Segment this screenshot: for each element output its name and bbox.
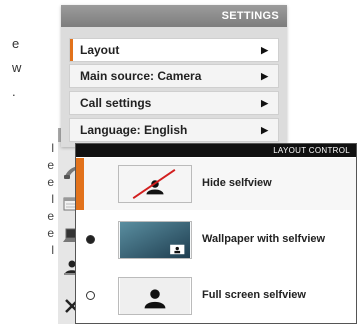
background-text-fragment: e <box>12 36 20 51</box>
radio-selected[interactable] <box>86 235 95 244</box>
hide-selfview-thumbnail <box>118 165 192 203</box>
chevron-right-icon: ▶ <box>261 45 268 55</box>
menu-item-language[interactable]: Language: English ▶ <box>69 118 279 142</box>
chevron-right-icon: ▶ <box>261 71 268 81</box>
option-label: Wallpaper with selfview <box>202 233 326 245</box>
layout-control-title: LAYOUT CONTROL <box>76 144 356 157</box>
background-text-fragment: e <box>47 158 54 172</box>
option-wallpaper-with-selfview[interactable]: Wallpaper with selfview <box>76 214 356 266</box>
background-left-text: l e e l e e l <box>30 140 54 259</box>
background-text-fragment: l <box>51 192 54 206</box>
menu-item-label: Layout <box>80 43 120 57</box>
background-text-fragment: e <box>47 226 54 240</box>
full-screen-selfview-thumbnail <box>118 277 192 315</box>
option-full-screen-selfview[interactable]: Full screen selfview <box>76 270 356 322</box>
menu-item-main-source[interactable]: Main source: Camera ▶ <box>69 64 279 88</box>
menu-item-layout[interactable]: Layout ▶ <box>69 38 279 62</box>
selection-indicator <box>76 158 84 210</box>
background-text-fragment: e <box>47 175 54 189</box>
background-text-fragment: l <box>51 141 54 155</box>
layout-control-panel: LAYOUT CONTROL Hide selfview Wallpaper w… <box>75 143 357 324</box>
menu-item-label: Call settings <box>80 96 152 110</box>
menu-item-label: Language: English <box>80 123 188 137</box>
option-hide-selfview[interactable]: Hide selfview <box>76 158 356 210</box>
settings-menu: SETTINGS Layout ▶ Main source: Camera ▶ … <box>61 5 287 147</box>
wallpaper-selfview-thumbnail <box>118 221 192 259</box>
background-text-fragment: . <box>12 84 16 99</box>
background-text-fragment: l <box>51 243 54 257</box>
background-text-fragment: e <box>47 209 54 223</box>
menu-item-label: Main source: Camera <box>80 69 202 83</box>
option-label: Full screen selfview <box>202 289 306 301</box>
background-text-fragment: w <box>12 60 22 75</box>
chevron-right-icon: ▶ <box>261 125 268 135</box>
option-label: Hide selfview <box>202 177 272 189</box>
menu-item-call-settings[interactable]: Call settings ▶ <box>69 91 279 115</box>
radio-unselected[interactable] <box>86 291 95 300</box>
settings-title: SETTINGS <box>61 5 287 27</box>
chevron-right-icon: ▶ <box>261 98 268 108</box>
